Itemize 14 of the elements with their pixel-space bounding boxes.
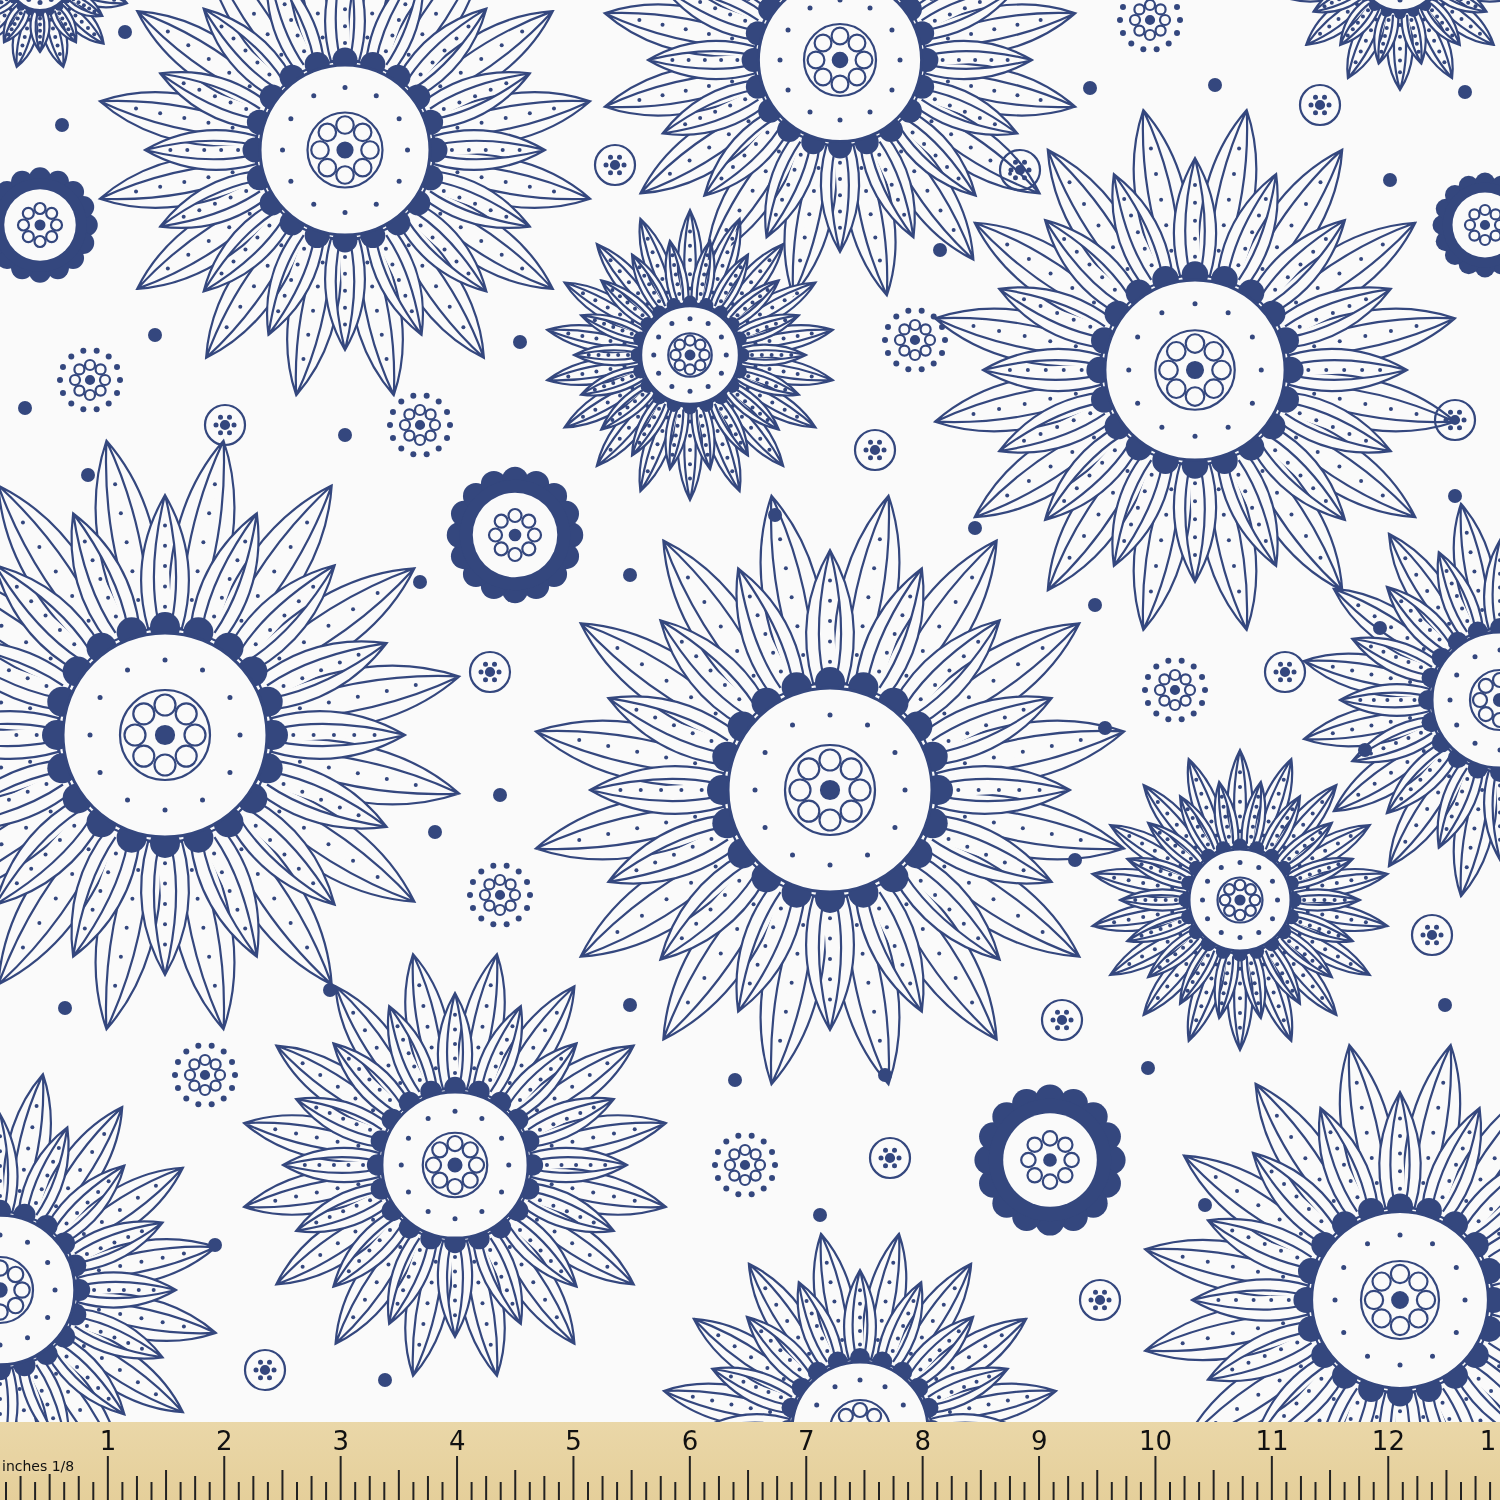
ruler-number: 4: [448, 1426, 466, 1456]
ruler-number: 2: [216, 1426, 233, 1456]
ruler-number: 11: [1255, 1426, 1289, 1456]
ruler-number: 3: [332, 1426, 350, 1456]
ruler-number: 5: [565, 1426, 582, 1456]
ruler-number: 6: [681, 1426, 699, 1456]
ruler-number: 8: [914, 1426, 932, 1456]
ruler-number: 9: [1030, 1426, 1048, 1456]
ruler-number: 10: [1139, 1426, 1173, 1456]
ruler-number: 1: [99, 1426, 117, 1456]
ruler-number: 12: [1371, 1426, 1405, 1456]
ruler-number: 1: [1479, 1426, 1497, 1456]
ruler-number: 7: [798, 1426, 815, 1456]
ruler-unit-label: inches 1/8: [2, 1458, 75, 1474]
